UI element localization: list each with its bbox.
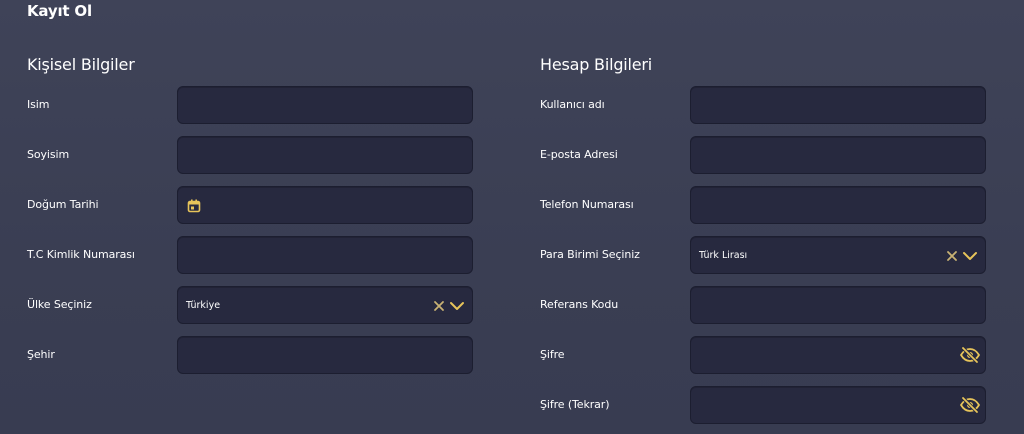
eye-slash-icon[interactable] [959, 396, 981, 414]
tc-id-input[interactable] [177, 236, 473, 274]
birthdate-input[interactable] [177, 186, 473, 224]
chevron-down-icon[interactable] [449, 300, 465, 312]
currency-label: Para Birimi Seçiniz [540, 248, 640, 261]
personal-section-title: Kişisel Bilgiler [27, 55, 135, 74]
clear-icon[interactable] [946, 250, 958, 262]
city-label: Şehir [27, 348, 55, 361]
username-label: Kullanıcı adı [540, 98, 605, 111]
country-select[interactable]: Türkiye [177, 286, 473, 324]
country-label: Ülke Seçiniz [27, 298, 92, 311]
password-input[interactable] [690, 336, 986, 374]
surname-label: Soyisim [27, 148, 70, 161]
password-confirm-label: Şifre (Tekrar) [540, 398, 610, 411]
name-label: Isim [27, 98, 50, 111]
chevron-down-icon[interactable] [962, 250, 978, 262]
referral-input[interactable] [690, 286, 986, 324]
country-select-value: Türkiye [186, 300, 221, 311]
city-input[interactable] [177, 336, 473, 374]
phone-label: Telefon Numarası [540, 198, 634, 211]
email-input[interactable] [690, 136, 986, 174]
tc-id-label: T.C Kimlik Numarası [27, 248, 135, 261]
clear-icon[interactable] [433, 300, 445, 312]
username-input[interactable] [690, 86, 986, 124]
password-confirm-input[interactable] [690, 386, 986, 424]
surname-input[interactable] [177, 136, 473, 174]
calendar-icon[interactable] [187, 199, 201, 213]
currency-select-value: Türk Lirası [699, 250, 748, 261]
account-section-title: Hesap Bilgileri [540, 55, 653, 74]
page-title: Kayıt Ol [27, 2, 92, 20]
referral-label: Referans Kodu [540, 298, 619, 311]
currency-select[interactable]: Türk Lirası [690, 236, 986, 274]
password-label: Şifre [540, 348, 565, 361]
phone-input[interactable] [690, 186, 986, 224]
email-label: E-posta Adresi [540, 148, 618, 161]
birthdate-label: Doğum Tarihi [27, 198, 99, 211]
eye-slash-icon[interactable] [959, 346, 981, 364]
name-input[interactable] [177, 86, 473, 124]
